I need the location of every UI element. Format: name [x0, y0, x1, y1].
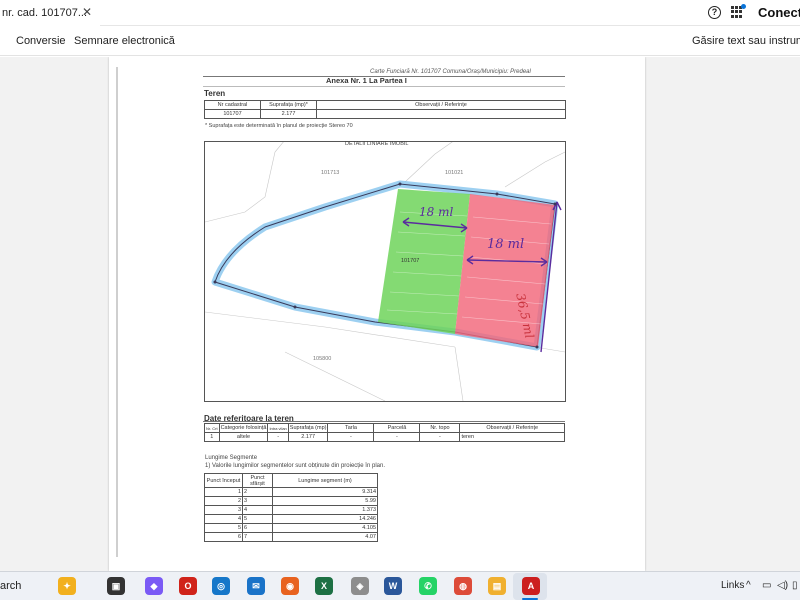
segments-cell: 5.99 [272, 496, 378, 506]
chevron-up-icon[interactable]: ^ [746, 580, 751, 591]
document-header: Carte Funciară Nr. 101707 Comuna/Oraș/Mu… [370, 69, 531, 75]
segments-cell: 5 [242, 514, 273, 524]
conversion-menu[interactable]: Conversie [16, 35, 66, 47]
e-signature-menu[interactable]: Semnare electronică [74, 35, 175, 47]
browser-tab[interactable]: nr. cad. 101707... ✕ [0, 0, 100, 26]
find-text-tools[interactable]: Găsire text sau instrumente [692, 35, 800, 47]
date-ref-header: Nr. topo [419, 423, 461, 433]
copilot-icon[interactable]: ✦ [58, 577, 76, 595]
pdf-toolbar: Conversie Semnare electronică Găsire tex… [0, 26, 800, 56]
segments-note: 1) Valorile lungimilor segmentelor sunt … [205, 463, 385, 469]
date-ref-cell: - [327, 432, 375, 442]
segments-cell: 9.314 [272, 487, 378, 497]
segments-cell: 5 [204, 523, 243, 533]
volume-icon[interactable]: ◁) [777, 580, 788, 591]
tab-title: nr. cad. 101707... [2, 7, 88, 19]
segments-cell: 1.373 [272, 505, 378, 515]
segments-cell: 2 [242, 487, 273, 497]
firefox-icon[interactable]: ◉ [281, 577, 299, 595]
opera-icon[interactable]: O [179, 577, 197, 595]
apps-grid-icon[interactable] [731, 4, 746, 18]
links-toolbar[interactable]: Links [721, 580, 744, 591]
segments-cell: 3 [242, 496, 273, 506]
app-blue-icon[interactable]: ◎ [212, 577, 230, 595]
help-icon[interactable]: ? [708, 6, 721, 19]
browser-tab-bar: nr. cad. 101707... ✕ ? Conecta [0, 0, 800, 26]
tray-icon[interactable]: ▭ [762, 580, 771, 591]
teren-cell: 2.177 [260, 109, 317, 119]
parcel-label: 101707 [401, 258, 420, 264]
segments-cell: 7 [242, 532, 273, 542]
handwritten-width-1: 18 ml [419, 205, 454, 219]
date-ref-cell: 2.177 [287, 432, 329, 442]
task-view-icon[interactable]: ▣ [107, 577, 125, 595]
segments-cell: 4 [204, 514, 243, 524]
app-gray-icon[interactable]: ◈ [351, 577, 369, 595]
neighbor-label: 101713 [321, 170, 340, 176]
segments-cell: 6 [242, 523, 273, 533]
teren-header: Observații / Referințe [316, 100, 566, 110]
annex-title: Anexa Nr. 1 La Partea I [326, 76, 407, 85]
segments-cell: 1 [204, 487, 243, 497]
network-icon[interactable]: ▯ [792, 580, 798, 591]
parcel-plan: DETALII LINIARE IMOBIL 101713 101021 105… [204, 141, 566, 402]
segments-title: Lungime Segmente [205, 455, 258, 461]
teren-cell: 101707 [204, 109, 261, 119]
date-ref-cell: teren [459, 432, 565, 442]
acrobat-icon[interactable]: A [522, 577, 540, 595]
segments-table: Punct început Punct sfârșit Lungime segm… [204, 473, 378, 542]
file-explorer-icon[interactable]: ▤ [488, 577, 506, 595]
date-ref-table: Nr. Crt Categorie folosință Intra vilan … [204, 423, 565, 442]
neighbor-label: 105800 [313, 356, 332, 362]
teren-header: Nr cadastral [204, 100, 261, 110]
teren-table: Nr cadastral Suprafața (mp)* Observații … [204, 100, 566, 119]
taskbar: arch ✦ ▣ ◆ O ◎ ✉ ◉ X ◈ W ✆ ◍ ▤ A Links ^ ▭ ◁) ▯ [0, 571, 800, 600]
word-icon[interactable]: W [384, 577, 402, 595]
taskbar-search[interactable]: arch [0, 580, 21, 592]
segments-header: Lungime segment (m) [272, 473, 378, 488]
excel-icon[interactable]: X [315, 577, 333, 595]
date-ref-cell: altele [218, 432, 269, 442]
tab-close-icon[interactable]: ✕ [80, 5, 94, 19]
stereo-note: * Suprafața este determinată în planul d… [205, 123, 353, 129]
pdf-viewer[interactable]: Carte Funciară Nr. 101707 Comuna/Oraș/Mu… [0, 57, 800, 571]
date-ref-cell: - [419, 432, 461, 442]
segments-cell: 4 [242, 505, 273, 515]
date-ref-cell: - [267, 432, 289, 442]
neighbor-label: 101021 [445, 170, 464, 176]
copilot-app-icon[interactable]: ◆ [145, 577, 163, 595]
date-ref-cell: 1 [204, 432, 220, 442]
teren-header: Suprafața (mp)* [260, 100, 317, 110]
date-ref-header: Categorie folosință [218, 423, 269, 433]
segments-header: Punct început [204, 473, 243, 488]
sign-in-button[interactable]: Conecta [758, 5, 800, 20]
date-ref-cell: - [373, 432, 421, 442]
segments-cell: 14.246 [272, 514, 378, 524]
teren-cell [316, 109, 566, 119]
segments-cell: 6 [204, 532, 243, 542]
whatsapp-icon[interactable]: ✆ [419, 577, 437, 595]
date-ref-header: Nr. Crt [204, 423, 220, 433]
date-ref-header: Intra vilan [267, 423, 289, 433]
handwritten-width-2: 18 ml [487, 237, 525, 252]
segments-cell: 4.07 [272, 532, 378, 542]
date-ref-header: Suprafața (mp) [287, 423, 329, 433]
teren-section-title: Teren [204, 89, 226, 98]
outlook-icon[interactable]: ✉ [247, 577, 265, 595]
date-ref-header: Parcelă [373, 423, 421, 433]
parcel-plan-svg [205, 142, 565, 401]
segments-cell: 3 [204, 505, 243, 515]
chrome-icon[interactable]: ◍ [454, 577, 472, 595]
pdf-page: Carte Funciară Nr. 101707 Comuna/Oraș/Mu… [109, 57, 645, 571]
segments-cell: 2 [204, 496, 243, 506]
date-ref-header: Tarla [327, 423, 375, 433]
segments-header: Punct sfârșit [242, 473, 273, 488]
date-ref-header: Observații / Referințe [459, 423, 565, 433]
segments-cell: 4.105 [272, 523, 378, 533]
